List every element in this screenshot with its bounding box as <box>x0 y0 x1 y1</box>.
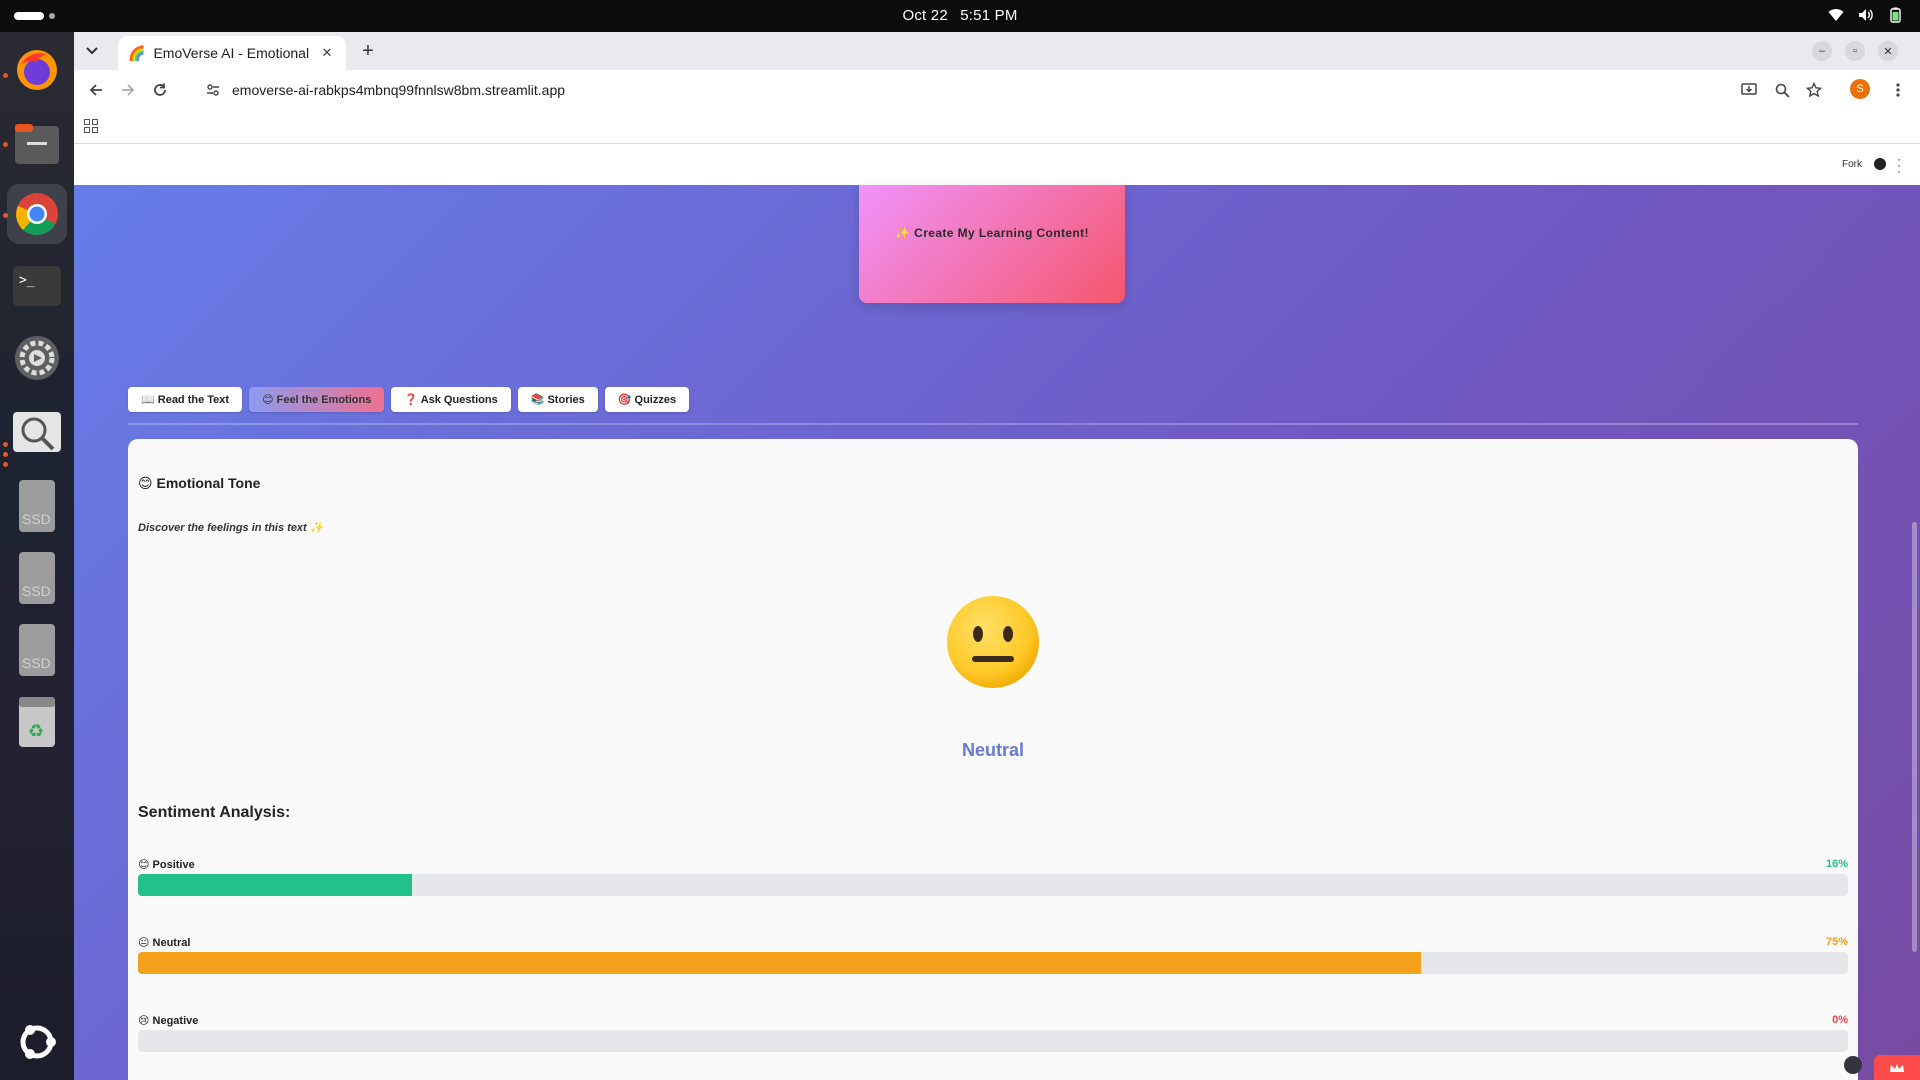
tab-ask-questions[interactable]: ❓ Ask Questions <box>391 387 511 412</box>
system-top-bar: Oct 22 5:51 PM <box>0 0 1920 32</box>
tab-divider <box>128 423 1858 425</box>
drive-icon[interactable]: SSD <box>7 620 67 680</box>
browser-tab[interactable]: 🌈 EmoVerse AI - Emotional ✕ <box>118 36 346 70</box>
progress-track <box>138 952 1848 974</box>
address-bar[interactable]: emoverse-ai-rabkps4mbnq99fnnlsw8bm.strea… <box>194 74 1562 106</box>
create-content-button[interactable]: ✨ Create My Learning Content! <box>859 185 1125 303</box>
zoom-icon[interactable] <box>1770 78 1794 102</box>
arrow-left-icon <box>89 84 102 96</box>
progress-track <box>138 1030 1848 1052</box>
svg-text:>_: >_ <box>19 273 35 288</box>
bookmark-bar <box>74 110 1920 144</box>
emotional-tone-heading: 😊 Emotional Tone <box>138 475 261 491</box>
sentiment-percent: 0% <box>1832 1014 1848 1026</box>
trash-icon[interactable]: ♻ <box>7 692 67 752</box>
dock: >_ SSD SSD SSD ♻ <box>0 32 74 1080</box>
battery-icon <box>1890 7 1901 23</box>
svg-text:SSD: SSD <box>22 511 51 527</box>
tab-feel-emotions[interactable]: 😊 Feel the Emotions <box>249 387 385 412</box>
ubuntu-icon[interactable] <box>7 1012 67 1072</box>
svg-text:SSD: SSD <box>22 655 51 671</box>
tab-stories[interactable]: 📚 Stories <box>517 387 598 412</box>
drive-icon[interactable]: SSD <box>7 548 67 608</box>
settings-icon[interactable] <box>7 328 67 388</box>
tab-strip: 🌈 EmoVerse AI - Emotional ✕ + – ▫ ✕ <box>74 32 1920 70</box>
clock[interactable]: Oct 22 5:51 PM <box>0 7 1920 24</box>
close-icon[interactable]: ✕ <box>318 44 336 62</box>
terminal-icon[interactable]: >_ <box>7 256 67 316</box>
svg-text:♻: ♻ <box>28 721 44 742</box>
files-icon[interactable] <box>7 114 67 174</box>
profile-avatar[interactable]: S <box>1850 79 1870 99</box>
neutral-face-icon <box>128 594 1858 695</box>
chrome-icon[interactable] <box>7 184 67 244</box>
sentiment-percent: 75% <box>1825 936 1848 948</box>
page-scrollbar[interactable] <box>1912 522 1917 952</box>
sentiment-heading: Sentiment Analysis: <box>138 804 291 821</box>
reload-button[interactable] <box>148 78 172 102</box>
browser-toolbar: emoverse-ai-rabkps4mbnq99fnnlsw8bm.strea… <box>74 70 1920 110</box>
progress-fill <box>138 874 412 896</box>
kebab-menu-icon[interactable]: · · · <box>1897 153 1901 177</box>
progress-track <box>138 874 1848 896</box>
emotional-tone-subtitle: Discover the feelings in this text ✨ <box>138 522 324 534</box>
forward-button[interactable] <box>116 78 140 102</box>
clock-time: 5:51 PM <box>960 7 1018 24</box>
fork-link[interactable]: Fork <box>1842 159 1862 170</box>
tab-search-button[interactable] <box>80 39 104 63</box>
streamlit-badge[interactable] <box>1874 1055 1920 1080</box>
sentiment-label: 😢 Negative <box>138 1015 199 1027</box>
tone-label: Neutral <box>961 740 1024 760</box>
github-icon[interactable] <box>1874 158 1886 170</box>
url-text: emoverse-ai-rabkps4mbnq99fnnlsw8bm.strea… <box>232 82 566 98</box>
reload-icon <box>154 83 166 96</box>
firefox-icon[interactable] <box>7 40 67 100</box>
streamlit-header: Fork · · · <box>74 145 1920 185</box>
new-tab-button[interactable]: + <box>356 40 380 64</box>
system-tray[interactable] <box>1828 7 1902 23</box>
tab-title: EmoVerse AI - Emotional <box>153 45 310 61</box>
bookmark-star-icon[interactable] <box>1802 78 1826 102</box>
sentiment-label: 😐 Neutral <box>138 937 191 949</box>
emotions-panel: 😊 Emotional Tone Discover the feelings i… <box>128 439 1858 1080</box>
kebab-menu-icon[interactable] <box>1886 78 1910 102</box>
tab-read-text[interactable]: 📖 Read the Text <box>128 387 243 412</box>
content-tabs: 📖 Read the Text 😊 Feel the Emotions ❓ As… <box>128 387 690 412</box>
install-app-icon[interactable] <box>1737 78 1761 102</box>
crown-icon <box>1890 1063 1904 1072</box>
tab-quizzes[interactable]: 🎯 Quizzes <box>604 387 690 412</box>
drive-icon[interactable]: SSD <box>7 476 67 536</box>
site-info-icon[interactable] <box>206 83 220 97</box>
tab-favicon: 🌈 <box>128 44 146 61</box>
page-viewport: Fork · · · ✨ Create My Learning Content! 📖… <box>74 145 1920 1080</box>
minimize-button[interactable]: – <box>1812 41 1832 61</box>
chevron-down-icon <box>86 47 98 55</box>
sentiment-percent: 16% <box>1825 858 1848 870</box>
arrow-right-icon <box>122 84 135 96</box>
back-button[interactable] <box>84 78 108 102</box>
magnifier-icon[interactable] <box>7 402 67 462</box>
progress-fill <box>138 952 1421 974</box>
wifi-icon <box>1828 9 1844 21</box>
svg-text:SSD: SSD <box>22 583 51 599</box>
running-indicator <box>3 462 8 467</box>
clock-date: Oct 22 <box>902 7 948 24</box>
maximize-button[interactable]: ▫ <box>1845 41 1865 61</box>
volume-icon <box>1859 9 1873 21</box>
apps-grid-icon[interactable] <box>84 119 98 133</box>
browser-window: 🌈 EmoVerse AI - Emotional ✕ + – ▫ ✕ emov… <box>74 32 1920 1080</box>
viewer-avatar[interactable] <box>1844 1056 1862 1074</box>
close-window-button[interactable]: ✕ <box>1878 41 1898 61</box>
sentiment-label: 😊 Positive <box>138 859 195 871</box>
